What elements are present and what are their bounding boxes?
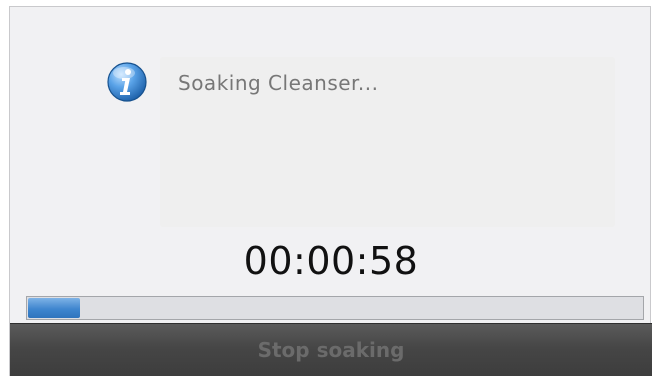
info-icon (107, 62, 147, 102)
action-bar: Stop soaking (10, 323, 652, 376)
stop-soaking-button[interactable]: Stop soaking (10, 324, 652, 376)
screen: Soaking Cleanser... 00:00:58 Stop soakin… (0, 0, 656, 378)
status-message: Soaking Cleanser... (178, 71, 379, 95)
soaking-dialog: Soaking Cleanser... 00:00:58 Stop soakin… (9, 6, 652, 376)
soak-progress-bar (26, 296, 644, 320)
progress-fill (28, 298, 80, 318)
countdown-timer: 00:00:58 (243, 239, 419, 283)
